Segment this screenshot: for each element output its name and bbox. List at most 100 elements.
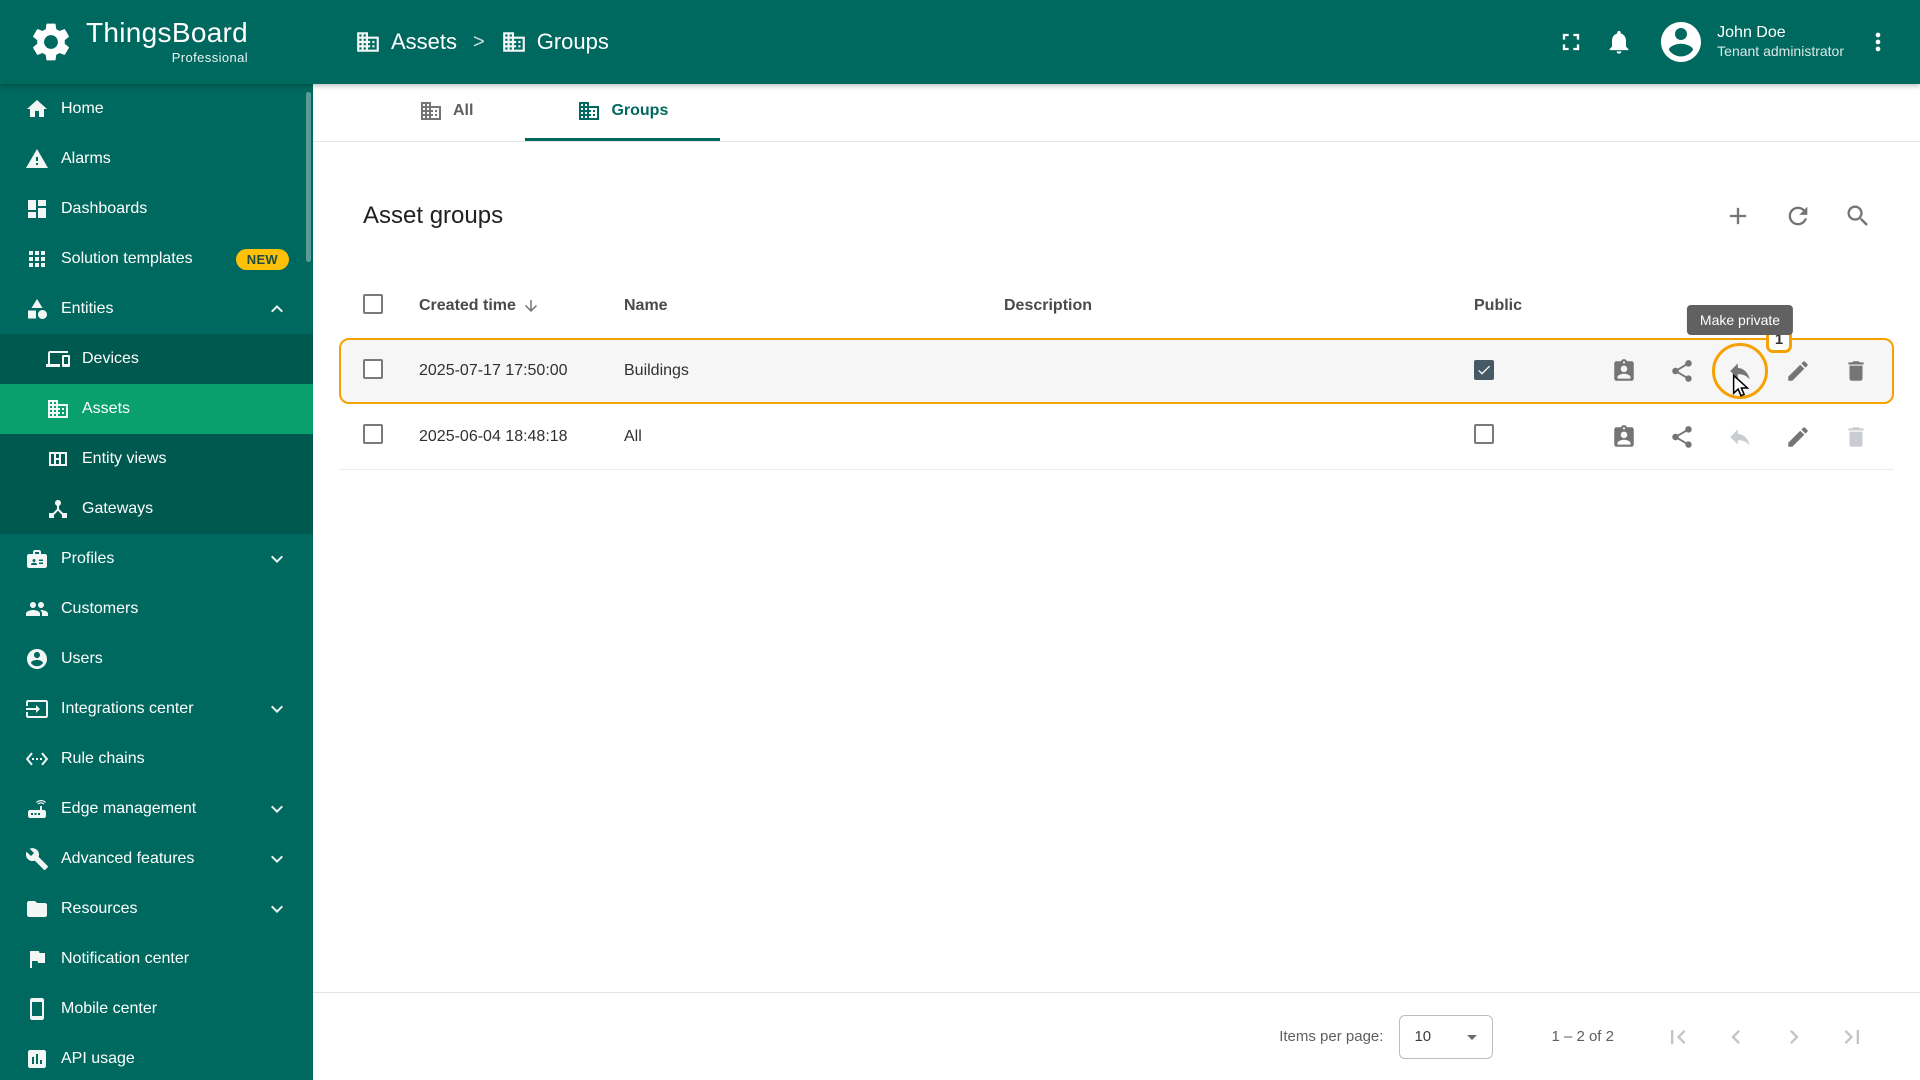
sidebar-item-gateways[interactable]: Gateways — [0, 484, 313, 534]
search-icon — [1847, 205, 1868, 226]
items-per-page-select[interactable]: 10 — [1399, 1014, 1494, 1059]
person-circle-icon — [1661, 22, 1702, 62]
add-button[interactable] — [1716, 194, 1760, 238]
sidebar-item-label: Advanced features — [61, 850, 195, 867]
shapes-icon — [28, 299, 47, 319]
last-page-icon — [1844, 1029, 1859, 1044]
sidebar-item-label: Profiles — [61, 550, 115, 567]
sidebar-item-mobile-center[interactable]: Mobile center — [0, 984, 313, 1034]
edit-button[interactable] — [1776, 349, 1820, 393]
public-checkbox[interactable] — [1474, 424, 1494, 445]
sidebar-item-label: Rule chains — [61, 750, 145, 767]
top-bar: ThingsBoard Professional Assets > Groups… — [0, 0, 1920, 84]
chevron-down-icon — [271, 905, 283, 913]
tab-all[interactable]: All — [367, 84, 525, 141]
chevron-down-icon — [271, 855, 283, 863]
fullscreen-button[interactable] — [1547, 18, 1595, 66]
badge-icon — [27, 550, 47, 568]
row-select-checkbox[interactable] — [363, 424, 383, 445]
last-page-button[interactable] — [1830, 1015, 1874, 1059]
column-description[interactable]: Description — [1004, 297, 1474, 315]
sidebar-item-profiles[interactable]: Profiles — [0, 534, 313, 584]
chevron-up-icon — [271, 305, 283, 313]
sidebar-item-entities[interactable]: Entities — [0, 284, 313, 334]
sidebar-item-entity-views[interactable]: Entity views — [0, 434, 313, 484]
public-checkbox[interactable] — [1474, 359, 1494, 380]
app-name: ThingsBoard — [86, 17, 249, 48]
sidebar-item-users[interactable]: Users — [0, 634, 313, 684]
share-icon — [1672, 425, 1692, 448]
sidebar-nav: Home Alarms Dashboards Solution templates NE… — [0, 84, 313, 1080]
sidebar-item-integrations-center[interactable]: Integrations center — [0, 684, 313, 734]
delete-button[interactable] — [1834, 349, 1878, 393]
grid-layout-icon — [49, 452, 67, 466]
sidebar-item-dashboards[interactable]: Dashboards — [0, 184, 313, 234]
sidebar-item-notification-center[interactable]: Notification center — [0, 934, 313, 984]
search-button[interactable] — [1836, 194, 1880, 238]
make-private-button[interactable]: 1 Make private — [1686, 305, 1794, 400]
breadcrumb-label: Assets — [391, 29, 458, 54]
sidebar-item-api-usage[interactable]: API usage — [0, 1034, 313, 1080]
edit-button[interactable] — [1776, 415, 1820, 459]
chevron-down-icon — [271, 555, 283, 563]
main-content: All Groups Asset groups Created time Nam… — [313, 84, 1920, 1080]
user-menu[interactable]: John Doe Tenant administrator — [1657, 18, 1844, 66]
sidebar-item-customers[interactable]: Customers — [0, 584, 313, 634]
breadcrumb-groups[interactable]: Groups — [501, 29, 609, 55]
new-badge: NEW — [235, 248, 289, 270]
app-subtitle: Professional — [171, 50, 249, 65]
row-select-checkbox[interactable] — [363, 358, 383, 379]
select-all-checkbox[interactable] — [363, 293, 383, 314]
building-icon — [421, 102, 441, 120]
check-icon — [1478, 365, 1490, 375]
notifications-button[interactable] — [1595, 18, 1643, 66]
sidebar-item-assets[interactable]: Assets — [0, 384, 313, 434]
more-menu-button[interactable] — [1854, 18, 1902, 66]
manage-permissions-button[interactable] — [1602, 415, 1646, 459]
table-row-all[interactable]: 2025-06-04 18:48:18 All — [339, 404, 1894, 471]
refresh-button[interactable] — [1776, 194, 1820, 238]
sidebar-item-label: Notification center — [61, 950, 190, 967]
building-icon — [357, 32, 379, 52]
sidebar-item-alarms[interactable]: Alarms — [0, 134, 313, 184]
code-brackets-icon — [25, 752, 49, 766]
delete-button[interactable] — [1834, 415, 1878, 459]
column-name[interactable]: Name — [624, 297, 1004, 315]
sidebar-item-label: Dashboards — [61, 200, 148, 217]
column-public[interactable]: Public — [1474, 297, 1599, 315]
previous-page-button[interactable] — [1714, 1015, 1758, 1059]
share-button[interactable] — [1660, 415, 1704, 459]
table-row-buildings[interactable]: 2025-07-17 17:50:00 Buildings 1 Make privat… — [339, 305, 1894, 405]
sidebar-item-label: Entities — [61, 300, 114, 317]
person-circle-icon — [27, 649, 47, 669]
share-button[interactable] — [1660, 349, 1704, 393]
page-range-label: 1 – 2 of 2 — [1551, 1028, 1614, 1045]
sidebar-item-rule-chains[interactable]: Rule chains — [0, 734, 313, 784]
sidebar-item-advanced-features[interactable]: Advanced features — [0, 834, 313, 884]
sidebar-item-label: Assets — [82, 400, 131, 417]
add-icon — [1729, 207, 1747, 225]
sidebar-item-label: Resources — [61, 900, 138, 917]
manage-permissions-button[interactable] — [1602, 349, 1646, 393]
sidebar-item-label: Devices — [82, 350, 139, 367]
sidebar-item-devices[interactable]: Devices — [0, 334, 313, 384]
breadcrumb-assets[interactable]: Assets — [355, 29, 457, 55]
logo-gear-icon — [33, 23, 69, 61]
column-created-time[interactable]: Created time — [419, 297, 624, 315]
cell-name: All — [624, 427, 642, 445]
share-icon — [1672, 360, 1692, 382]
first-page-button[interactable] — [1656, 1015, 1700, 1059]
sidebar-item-label: Entity views — [82, 450, 167, 467]
cell-name: Buildings — [624, 362, 689, 380]
reply-arrow-icon — [1730, 429, 1750, 446]
arrow-drop-down-icon — [1467, 1034, 1478, 1040]
app-logo: ThingsBoard Professional — [0, 19, 313, 65]
sidebar-item-home[interactable]: Home — [0, 84, 313, 134]
sidebar-item-edge-management[interactable]: Edge management — [0, 784, 313, 834]
sidebar-item-resources[interactable]: Resources — [0, 884, 313, 934]
next-page-button[interactable] — [1772, 1015, 1816, 1059]
user-role: Tenant administrator — [1717, 43, 1844, 60]
make-private-button[interactable] — [1718, 415, 1762, 459]
tab-groups[interactable]: Groups — [525, 84, 721, 141]
sidebar-item-solution-templates[interactable]: Solution templates NEW — [0, 234, 313, 284]
